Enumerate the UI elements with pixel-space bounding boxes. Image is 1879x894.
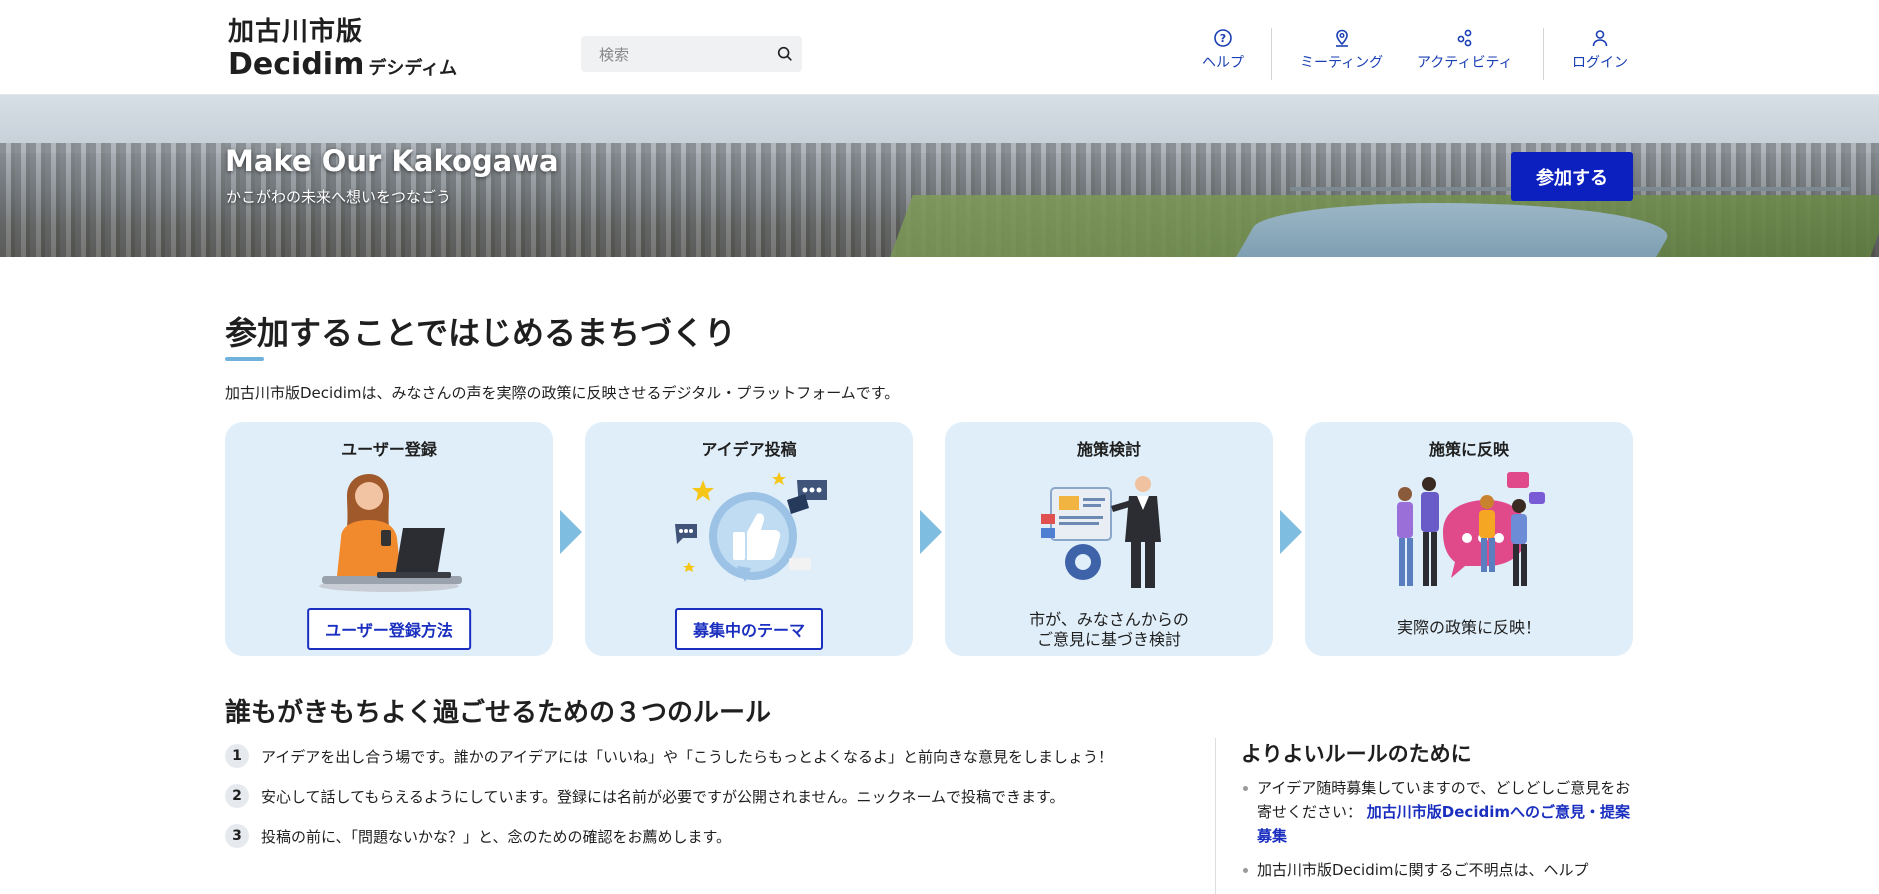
rule-number: 3	[225, 824, 249, 848]
register-howto-button[interactable]: ユーザー登録方法	[307, 608, 471, 650]
hero-title: Make Our Kakogawa	[225, 144, 559, 178]
people-celebrating-illustration	[1397, 472, 1545, 586]
logo-line2: Decidim デシディム	[228, 48, 457, 86]
nav-separator	[1271, 28, 1272, 80]
rule-text: 投稿の前に、「問題ないかな？」と、念のための確認をお薦めします。	[261, 827, 731, 846]
sidebar-divider	[1215, 738, 1216, 894]
nav-help-link[interactable]: ? ヘルプ	[1202, 28, 1244, 72]
nav-activity-label: アクティビティ	[1417, 55, 1513, 71]
nav-meetings-label: ミーティング	[1300, 55, 1384, 71]
step-arrow	[560, 510, 582, 554]
nav-activity-link[interactable]: アクティビティ	[1417, 28, 1513, 72]
nav-meetings[interactable]: ミーティング	[1300, 28, 1383, 72]
rule-item: 3 投稿の前に、「問題ないかな？」と、念のための確認をお薦めします。	[225, 824, 731, 848]
step-text-line1: 実際の政策に反映！	[1396, 618, 1541, 637]
logo-decidim: Decidim	[228, 47, 365, 82]
presenter-illustration	[1041, 476, 1161, 588]
nav-login[interactable]: ログイン	[1572, 28, 1628, 72]
nav-help-label: ヘルプ	[1202, 55, 1244, 71]
search-input[interactable]	[597, 36, 771, 74]
site-logo[interactable]: 加古川市版 Decidim デシディム	[228, 16, 457, 86]
rule-text: アイデアを出し合う場です。誰かのアイデアには「いいね」や「こうしたらもっとよくな…	[261, 747, 1114, 766]
step-title: 施策に反映	[1428, 440, 1509, 459]
sidebar-list-item: アイデア随時募集していますので、どしどしご意見をお寄せください： 加古川市版De…	[1241, 776, 1641, 848]
step-text-line1: 市が、みなさんからの	[1029, 610, 1189, 629]
nav-meetings-link[interactable]: ミーティング	[1300, 28, 1383, 72]
open-themes-button[interactable]: 募集中のテーマ	[674, 608, 824, 650]
sidebar-list-item: 加古川市版Decidimに関するご不明点は、ヘルプ	[1241, 858, 1641, 882]
map-pin-icon	[1335, 29, 1348, 47]
nav-login-link[interactable]: ログイン	[1572, 28, 1628, 72]
rule-text: 安心して話してもらえるようにしています。登録には名前が必要ですが公開されません。…	[261, 787, 1065, 806]
page-title: 参加することではじめるまちづくり	[225, 314, 737, 352]
svg-text:?: ?	[1220, 32, 1226, 45]
activity-icon	[1457, 29, 1472, 47]
search-icon[interactable]	[776, 45, 794, 63]
help-icon: ?	[1214, 29, 1232, 47]
join-button[interactable]: 参加する	[1511, 152, 1633, 201]
rule-number: 1	[225, 744, 249, 768]
step-card-review: 施策検討 市が、みなさんからの ご意見に基づき検討	[945, 422, 1273, 656]
sidebar-item-text: 加古川市版Decidimに関するご不明点は、ヘルプ	[1257, 861, 1589, 879]
user-with-laptop-illustration	[319, 474, 462, 592]
step-title: ユーザー登録	[341, 440, 437, 459]
sidebar-title: よりよいルールのために	[1241, 742, 1472, 766]
nav-login-label: ログイン	[1572, 55, 1628, 71]
nav-activity[interactable]: アクティビティ	[1417, 28, 1513, 72]
rules-title: 誰もがきもちよく過ごせるための３つのルール	[225, 698, 772, 728]
logo-decidim-sub: デシディム	[368, 58, 458, 79]
user-icon	[1592, 30, 1608, 47]
step-card-reflect: 施策に反映 実際の政策に反映！	[1305, 422, 1633, 656]
title-underline	[225, 357, 264, 361]
thumbs-up-illustration	[675, 472, 827, 582]
step-arrow	[920, 510, 942, 554]
site-header: 加古川市版 Decidimデシディム ? ヘルプ ミーティング アクティビティ …	[0, 0, 1879, 95]
step-title: 施策検討	[1076, 440, 1141, 459]
step-text-line2: ご意見に基づき検討	[1036, 630, 1181, 649]
step-card-idea: アイデア投稿 募集中のテーマ	[585, 422, 913, 656]
rule-item: 2 安心して話してもらえるようにしています。登録には名前が必要ですが公開されませ…	[225, 784, 1065, 808]
logo-line1: 加古川市版	[228, 17, 364, 47]
step-card-register: ユーザー登録 ユーザー登録方法	[225, 422, 553, 656]
search-box	[581, 36, 802, 74]
step-title: アイデア投稿	[701, 440, 797, 459]
rule-item: 1 アイデアを出し合う場です。誰かのアイデアには「いいね」や「こうしたらもっとよ…	[225, 744, 1113, 768]
intro-text: 加古川市版Decidimは、みなさんの声を実際の政策に反映させるデジタル・プラッ…	[225, 384, 900, 402]
step-arrow	[1280, 510, 1302, 554]
hero-subtitle: かこがわの未来へ想いをつなごう	[226, 188, 452, 206]
sidebar-list: アイデア随時募集していますので、どしどしご意見をお寄せください： 加古川市版De…	[1241, 776, 1641, 892]
rule-number: 2	[225, 784, 249, 808]
nav-separator	[1543, 28, 1544, 80]
nav-help[interactable]: ? ヘルプ	[1202, 28, 1244, 72]
